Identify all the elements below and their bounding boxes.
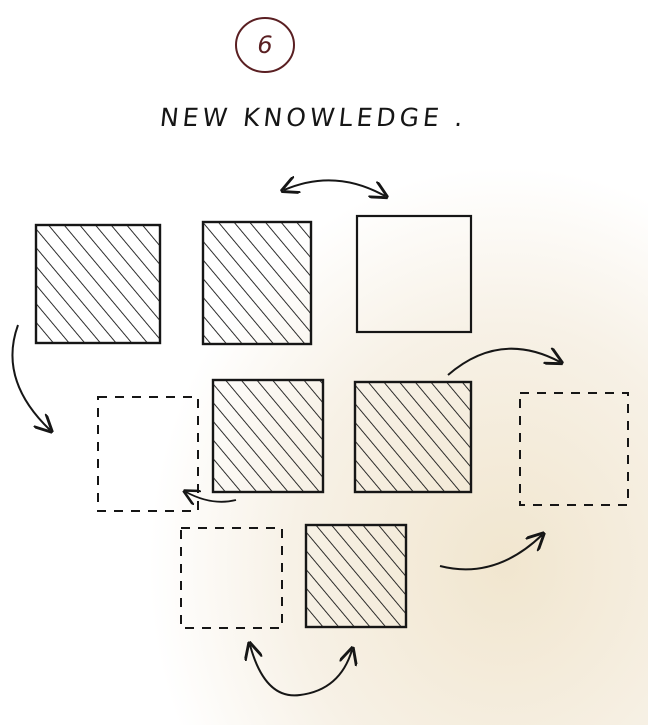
sketch-page: 6 NEW KNOWLEDGE .: [0, 0, 648, 725]
curved-arrow-icon: [186, 492, 237, 502]
page-title: NEW KNOWLEDGE .: [158, 103, 469, 132]
square-1a: [34, 223, 162, 345]
square-2b: [211, 378, 325, 494]
square-2a: [97, 396, 199, 512]
page-number: 6: [257, 31, 273, 59]
square-3a: [180, 527, 283, 629]
square-1b: [201, 220, 313, 346]
square-3b: [304, 523, 408, 629]
double-arrow-icon: [284, 180, 385, 196]
square-2d: [519, 392, 629, 506]
double-arrow-icon: [250, 645, 352, 697]
square-2c: [353, 380, 473, 494]
curved-arrow-icon: [439, 535, 542, 571]
curved-arrow-icon: [447, 349, 560, 376]
square-1c: [355, 214, 473, 334]
